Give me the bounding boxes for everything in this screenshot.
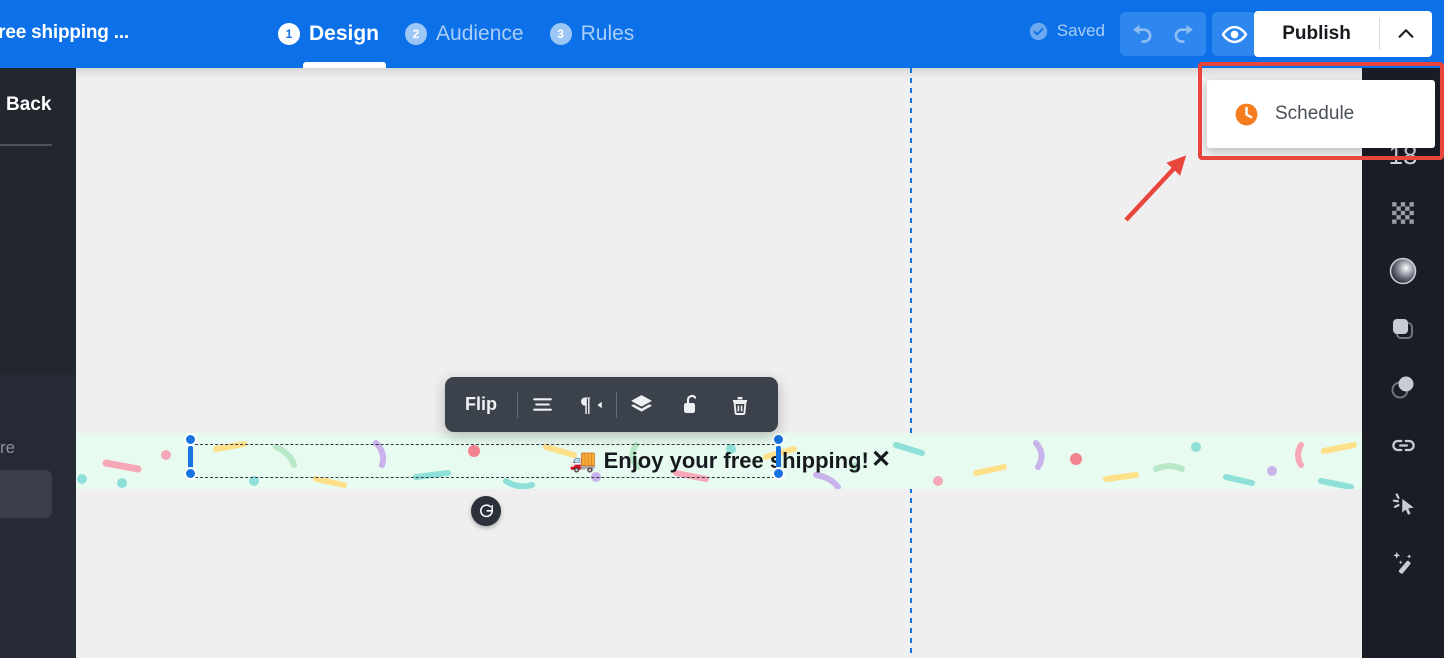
redo-arrow-icon: [1171, 21, 1197, 47]
sidebar-divider: [0, 144, 52, 146]
resize-handle-right-top-dot[interactable]: [772, 433, 785, 446]
chevron-up-icon: [1395, 23, 1417, 45]
text-direction-button[interactable]: ¶: [567, 377, 616, 432]
duplicate-icon[interactable]: [1362, 300, 1444, 358]
annotation-highlight-box: [1198, 62, 1444, 160]
undo-arrow-icon: [1129, 21, 1155, 47]
publish-button-group: Publish: [1254, 11, 1432, 57]
step-badge-3: 3: [550, 23, 572, 45]
flip-button[interactable]: Flip: [445, 394, 517, 415]
annotation-arrow: [1110, 148, 1200, 230]
step-badge-1: 1: [278, 23, 300, 45]
eye-icon: [1221, 21, 1248, 48]
resize-handle-left-top-dot[interactable]: [184, 433, 197, 446]
tab-audience[interactable]: 2 Audience: [392, 0, 537, 68]
step-label-design: Design: [309, 22, 379, 46]
rotate-handle[interactable]: [471, 496, 501, 526]
cursor-click-glyph: [1390, 490, 1417, 517]
center-guide-line: [910, 68, 912, 658]
selection-box: [190, 444, 780, 478]
tab-design[interactable]: 1 Design: [265, 0, 392, 68]
checkerboard-glyph: [1390, 200, 1416, 226]
document-title[interactable]: free shipping ...: [0, 22, 129, 44]
top-navigation-bar: free shipping ... 1 Design 2 Audience 3 …: [0, 0, 1444, 68]
banner-close-button[interactable]: ✕: [871, 448, 891, 472]
trash-icon: [728, 393, 752, 417]
publish-button[interactable]: Publish: [1254, 11, 1379, 57]
click-action-icon[interactable]: [1362, 474, 1444, 532]
arrow-pointer-icon: [1126, 162, 1180, 220]
unlock-icon: [679, 393, 703, 417]
svg-text:¶: ¶: [580, 394, 591, 416]
delete-button[interactable]: [715, 377, 764, 432]
layers-icon: [629, 392, 654, 417]
resize-handle-left-bottom-dot[interactable]: [184, 467, 197, 480]
chain-link-glyph: [1390, 432, 1417, 459]
left-sidebar[interactable]: Back re: [0, 68, 76, 658]
history-button-group: [1120, 12, 1206, 56]
gradient-circle-glyph: [1388, 256, 1418, 286]
publish-dropdown-toggle[interactable]: [1380, 11, 1432, 57]
check-circle-icon: [1029, 22, 1048, 41]
align-icon: [530, 392, 555, 417]
resize-handle-right-bottom-dot[interactable]: [772, 467, 785, 480]
tab-rules[interactable]: 3 Rules: [537, 0, 648, 68]
magic-wand-icon[interactable]: [1362, 532, 1444, 590]
canvas-top-shadow: [76, 68, 1362, 78]
back-button[interactable]: Back: [6, 94, 51, 116]
align-button[interactable]: [518, 377, 567, 432]
magic-wand-glyph: [1390, 548, 1417, 575]
link-icon[interactable]: [1362, 416, 1444, 474]
transparency-icon[interactable]: [1362, 184, 1444, 242]
undo-button[interactable]: [1123, 15, 1161, 53]
text-direction-icon: ¶: [579, 392, 605, 418]
opacity-circles-glyph: [1389, 373, 1417, 401]
app-root: 🚚 Enjoy your free shipping! ✕ Flip: [0, 0, 1444, 658]
step-wizard: 1 Design 2 Audience 3 Rules: [265, 0, 647, 68]
sidebar-card[interactable]: [0, 470, 52, 518]
duplicate-squares-glyph: [1389, 315, 1417, 343]
save-status-label: Saved: [1057, 21, 1105, 41]
step-badge-2: 2: [405, 23, 427, 45]
layers-button[interactable]: [617, 377, 666, 432]
rotate-icon: [478, 503, 495, 520]
element-context-toolbar[interactable]: Flip ¶: [445, 377, 778, 432]
step-label-audience: Audience: [436, 22, 524, 46]
sidebar-text-fragment: re: [0, 438, 15, 458]
unlock-button[interactable]: [666, 377, 715, 432]
color-picker-icon[interactable]: [1362, 242, 1444, 300]
opacity-icon[interactable]: [1362, 358, 1444, 416]
redo-button[interactable]: [1165, 15, 1203, 53]
step-label-rules: Rules: [581, 22, 635, 46]
preview-button[interactable]: [1212, 12, 1256, 56]
save-status: Saved: [1029, 21, 1105, 41]
